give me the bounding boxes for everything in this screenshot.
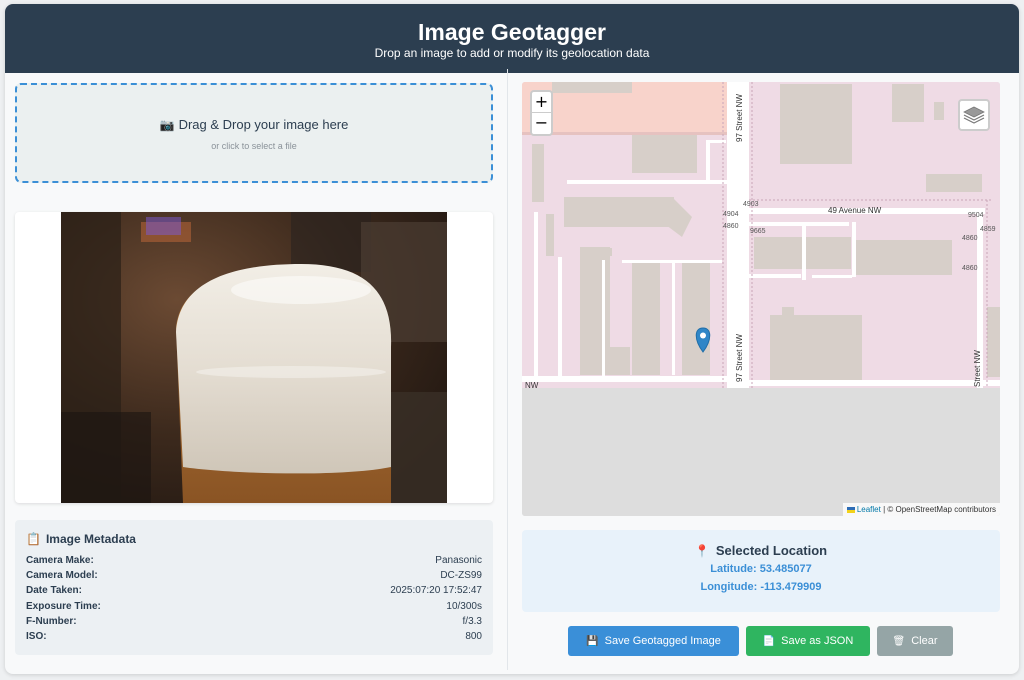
image-preview: [15, 212, 493, 503]
map-view[interactable]: 97 Street NW 97 Street NW 49 Avenue NW S…: [522, 82, 1000, 516]
dropzone-main: 📷 Drag & Drop your image here: [17, 117, 491, 132]
save-json-label: Save as JSON: [781, 635, 854, 647]
app-title: Image Geotagger: [418, 19, 606, 45]
pin-icon: 📍: [694, 544, 710, 558]
floppy-disk-icon: 💾: [586, 636, 599, 647]
address-label: 4859: [980, 226, 996, 233]
metadata-label: ISO:: [26, 630, 47, 642]
camera-icon: 📷: [159, 118, 175, 132]
address-label: 4860: [723, 223, 739, 230]
image-dropzone[interactable]: 📷 Drag & Drop your image here or click to…: [15, 83, 493, 183]
beer-foam-photo: [61, 212, 447, 503]
metadata-row: Date Taken: 2025:07:20 17:52:47: [26, 583, 482, 598]
address-label: 4904: [723, 211, 739, 218]
metadata-row: Exposure Time: 10/300s: [26, 599, 482, 614]
address-label: 4903: [743, 201, 759, 208]
save-geotagged-image-button[interactable]: 💾 Save Geotagged Image: [568, 626, 739, 656]
app-subtitle: Drop an image to add or modify its geolo…: [374, 46, 650, 60]
dropzone-main-text: Drag & Drop your image here: [178, 117, 349, 132]
selected-location-title: 📍 Selected Location: [522, 543, 1000, 558]
metadata-value: DC-ZS99: [440, 570, 482, 582]
metadata-row: ISO: 800: [26, 629, 482, 644]
metadata-label: Date Taken:: [26, 585, 82, 597]
metadata-title: 📋 Image Metadata: [26, 532, 482, 546]
zoom-control: + −: [530, 90, 553, 136]
map-tiles[interactable]: 97 Street NW 97 Street NW 49 Avenue NW S…: [522, 82, 1000, 516]
save-image-label: Save Geotagged Image: [604, 635, 721, 647]
attribution-text: | © OpenStreetMap contributors: [880, 505, 996, 514]
zoom-in-button[interactable]: +: [532, 92, 551, 113]
zoom-out-button[interactable]: −: [532, 113, 551, 134]
longitude-value: Longitude: -113.479909: [700, 581, 822, 593]
metadata-label: Camera Make:: [26, 555, 94, 566]
metadata-row: F-Number: f/3.3: [26, 614, 482, 629]
latitude-value: Latitude: 53.485077: [710, 563, 812, 575]
trash-icon: 🗑: [892, 636, 906, 647]
ukraine-flag-icon: [846, 506, 855, 513]
street-label: 97 Street NW: [735, 94, 744, 142]
layers-icon: [963, 106, 985, 124]
metadata-label: F-Number:: [26, 615, 77, 627]
header: Image Geotagger Drop an image to add or …: [5, 4, 1019, 73]
metadata-value: 2025:07:20 17:52:47: [390, 585, 482, 597]
metadata-value: Panasonic: [435, 555, 482, 566]
address-label: 4860: [962, 235, 978, 242]
document-icon: 📄: [762, 636, 776, 647]
street-label: 97 Street NW: [735, 334, 744, 382]
address-label: 9504: [968, 212, 984, 219]
column-divider: [507, 69, 508, 670]
metadata-panel: 📋 Image Metadata Camera Make: Panasonic Ca…: [15, 520, 493, 655]
preview-photo: [61, 212, 447, 503]
address-label: 4860: [962, 265, 978, 272]
street-label: 49 Avenue NW: [828, 206, 882, 215]
metadata-row: Camera Model: DC-ZS99: [26, 568, 482, 583]
clear-button[interactable]: 🗑 Clear: [877, 626, 953, 656]
metadata-value: 10/300s: [446, 600, 482, 612]
metadata-value: 800: [465, 630, 482, 642]
metadata-title-text: Image Metadata: [45, 532, 136, 546]
metadata-value: f/3.3: [462, 615, 482, 627]
selected-location-title-text: Selected Location: [715, 543, 828, 558]
clipboard-icon: 📋: [26, 532, 41, 546]
map-attribution: Leaflet | © OpenStreetMap contributors: [842, 503, 1000, 516]
layers-button[interactable]: [958, 99, 990, 131]
metadata-label: Exposure Time:: [26, 600, 101, 612]
metadata-label: Camera Model:: [26, 570, 98, 582]
save-json-button[interactable]: 📄 Save as JSON: [746, 626, 870, 656]
street-label: NW: [525, 381, 539, 390]
leaflet-link[interactable]: Leaflet: [857, 505, 881, 514]
metadata-row: Camera Make: Panasonic: [26, 553, 482, 568]
clear-label: Clear: [911, 635, 938, 647]
dropzone-sub-text: or click to select a file: [211, 141, 297, 151]
street-label: Street NW: [973, 350, 982, 387]
selected-location-panel: 📍 Selected Location Latitude: 53.485077 L…: [522, 530, 1000, 612]
address-label: 9665: [750, 228, 766, 235]
